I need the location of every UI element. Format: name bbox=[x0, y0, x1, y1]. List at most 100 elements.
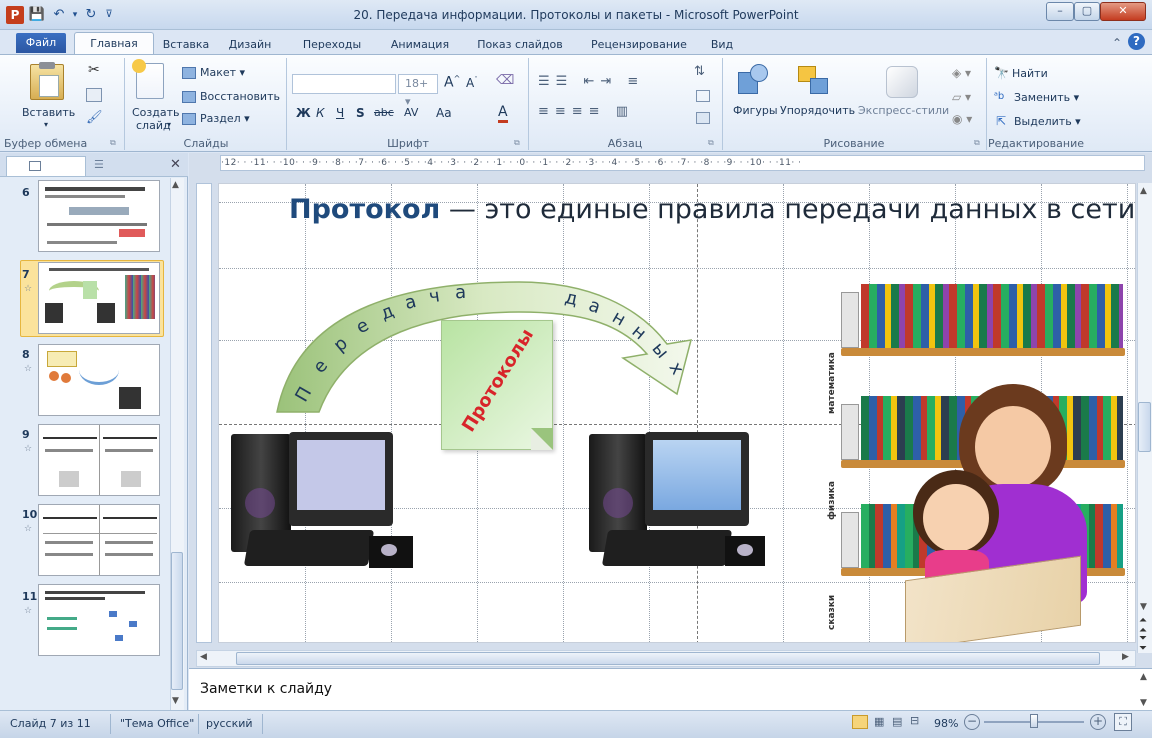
slide-thumbnail-8[interactable] bbox=[38, 344, 160, 416]
slide-thumbnail-10[interactable] bbox=[38, 504, 160, 576]
paste-button[interactable]: Вставить bbox=[22, 106, 75, 119]
select-icon[interactable]: ⇱ bbox=[996, 114, 1006, 128]
paste-icon[interactable] bbox=[30, 62, 64, 100]
minimize-ribbon-icon[interactable]: ⌃ bbox=[1112, 36, 1122, 50]
italic-button[interactable]: К bbox=[316, 106, 325, 120]
slide-horizontal-scroll-thumb[interactable] bbox=[236, 652, 1100, 665]
paste-dropdown-icon[interactable]: ▾ bbox=[44, 120, 48, 129]
tab-slides[interactable] bbox=[6, 156, 86, 176]
slide-sorter-icon[interactable]: ▦ bbox=[874, 715, 884, 728]
layout-button[interactable]: Макет ▾ bbox=[200, 66, 245, 79]
quick-styles-icon[interactable] bbox=[886, 66, 918, 98]
format-painter-icon[interactable]: 🖌 bbox=[86, 110, 103, 126]
scroll-up-icon[interactable]: ▲ bbox=[172, 180, 179, 190]
clear-format-icon[interactable]: ⌫ bbox=[496, 73, 514, 88]
zoom-level[interactable]: 98% bbox=[934, 717, 958, 730]
maximize-button[interactable]: ▢ bbox=[1074, 2, 1100, 21]
cut-icon[interactable]: ✂ bbox=[88, 62, 100, 78]
section-icon[interactable] bbox=[182, 113, 196, 125]
font-name-input[interactable] bbox=[292, 74, 396, 94]
slideshow-view-icon[interactable]: ⊟ bbox=[910, 714, 919, 727]
paragraph-launcher-icon[interactable]: ⧉ bbox=[708, 138, 714, 148]
slide-canvas[interactable]: Протокол — это единые правила передачи д… bbox=[218, 183, 1136, 643]
notes-scroll-down-icon[interactable]: ▼ bbox=[1140, 698, 1147, 708]
bold-button[interactable]: Ж bbox=[296, 106, 311, 120]
help-icon[interactable]: ? bbox=[1128, 33, 1145, 50]
shape-effects-icon[interactable]: ◉ ▾ bbox=[952, 112, 972, 126]
copy-icon[interactable] bbox=[86, 88, 102, 102]
fit-to-window-icon[interactable]: ⛶ bbox=[1114, 713, 1132, 731]
vertical-ruler[interactable] bbox=[196, 183, 212, 643]
clipboard-launcher-icon[interactable]: ⧉ bbox=[110, 138, 116, 148]
minimize-button[interactable]: – bbox=[1046, 2, 1074, 21]
notes-pane[interactable] bbox=[189, 668, 1152, 710]
slide-thumbnail-7[interactable] bbox=[38, 262, 160, 334]
new-slide-button-line2[interactable]: слайд bbox=[136, 119, 171, 132]
tab-home[interactable]: Главная bbox=[74, 32, 154, 55]
status-theme[interactable]: "Тема Office" bbox=[120, 717, 194, 730]
shapes-button[interactable]: Фигуры bbox=[733, 104, 778, 117]
layout-icon[interactable] bbox=[182, 67, 196, 79]
powerpoint-icon[interactable]: P bbox=[6, 6, 24, 24]
zoom-slider-thumb[interactable] bbox=[1030, 714, 1038, 728]
font-color-button[interactable]: A bbox=[498, 104, 508, 123]
tab-review[interactable]: Рецензирование bbox=[584, 36, 694, 54]
align-text-icon[interactable] bbox=[696, 90, 710, 102]
find-icon[interactable]: 🔭 bbox=[994, 66, 1009, 80]
tab-outline-icon[interactable]: ☰ bbox=[94, 158, 108, 171]
section-button[interactable]: Раздел ▾ bbox=[200, 112, 250, 125]
zoom-in-icon[interactable]: + bbox=[1090, 714, 1106, 730]
normal-view-icon[interactable] bbox=[852, 715, 868, 729]
tab-transitions[interactable]: Переходы bbox=[296, 36, 368, 54]
notes-placeholder[interactable]: Заметки к слайду bbox=[200, 681, 332, 697]
list-buttons[interactable]: ☰☰ ⇤⇥ ≡ bbox=[538, 74, 644, 89]
replace-icon[interactable]: ᵃb bbox=[994, 91, 1004, 102]
char-spacing-icon[interactable]: AV bbox=[404, 106, 418, 119]
scroll-down-icon[interactable]: ▼ bbox=[1140, 602, 1147, 612]
close-panel-icon[interactable]: ✕ bbox=[170, 157, 181, 172]
new-slide-button[interactable]: Создать bbox=[132, 106, 180, 119]
next-slide-icon[interactable]: ⏷ ⏷ bbox=[1139, 634, 1147, 654]
scroll-up-icon[interactable]: ▲ bbox=[1140, 186, 1147, 196]
strikethrough-button[interactable]: abc bbox=[374, 106, 394, 119]
shadow-button[interactable]: S bbox=[356, 106, 365, 120]
notes-scroll-up-icon[interactable]: ▲ bbox=[1140, 672, 1147, 682]
slide-thumbnail-6[interactable] bbox=[38, 180, 160, 252]
horizontal-ruler[interactable]: ·12· · ·11· · ·10· · ·9· · ·8· · ·7· · ·… bbox=[220, 155, 1145, 171]
arrange-button[interactable]: Упорядочить bbox=[780, 104, 855, 117]
smartart-icon[interactable] bbox=[696, 112, 710, 124]
reading-view-icon[interactable]: ▤ bbox=[892, 715, 902, 728]
shape-outline-icon[interactable]: ▱ ▾ bbox=[952, 90, 971, 104]
text-direction-icon[interactable]: ⇅ bbox=[694, 64, 705, 79]
reset-button[interactable]: Восстановить bbox=[200, 90, 280, 103]
tab-view[interactable]: Вид bbox=[704, 36, 740, 54]
status-language[interactable]: русский bbox=[206, 717, 253, 730]
reset-icon[interactable] bbox=[182, 91, 196, 103]
select-button[interactable]: Выделить ▾ bbox=[1014, 115, 1081, 128]
tab-design[interactable]: Дизайн bbox=[222, 36, 278, 54]
slide-thumbnail-9[interactable] bbox=[38, 424, 160, 496]
change-case-button[interactable]: Aa bbox=[436, 106, 452, 120]
grow-font-icon[interactable]: A^ bbox=[444, 74, 460, 91]
alignment-buttons[interactable]: ≡≡≡≡ ▥ bbox=[538, 104, 634, 119]
tab-file[interactable]: Файл bbox=[16, 33, 66, 53]
scroll-down-icon[interactable]: ▼ bbox=[172, 696, 179, 706]
replace-button[interactable]: Заменить ▾ bbox=[1014, 91, 1079, 104]
drawing-launcher-icon[interactable]: ⧉ bbox=[974, 138, 980, 148]
shrink-font-icon[interactable]: Aˇ bbox=[466, 76, 478, 90]
new-slide-dropdown-icon[interactable]: ▾ bbox=[167, 120, 171, 129]
scroll-left-icon[interactable]: ◀ bbox=[200, 652, 207, 662]
slides-panel-scroll-thumb[interactable] bbox=[171, 552, 183, 690]
underline-button[interactable]: Ч bbox=[336, 106, 344, 120]
shape-fill-icon[interactable]: ◈ ▾ bbox=[952, 66, 971, 80]
tab-insert[interactable]: Вставка bbox=[160, 36, 212, 54]
slide-thumbnail-11[interactable] bbox=[38, 584, 160, 656]
tab-slideshow[interactable]: Показ слайдов bbox=[470, 36, 570, 54]
quick-styles-button[interactable]: Экспресс-стили bbox=[858, 104, 949, 117]
customize-toolbar-icon[interactable]: ⊽ bbox=[100, 6, 118, 24]
arrange-icon[interactable] bbox=[798, 66, 832, 98]
shapes-icon[interactable] bbox=[738, 64, 770, 98]
font-size-input[interactable]: 18+ ▾ bbox=[398, 74, 438, 108]
font-launcher-icon[interactable]: ⧉ bbox=[514, 138, 520, 148]
find-button[interactable]: Найти bbox=[1012, 67, 1048, 80]
